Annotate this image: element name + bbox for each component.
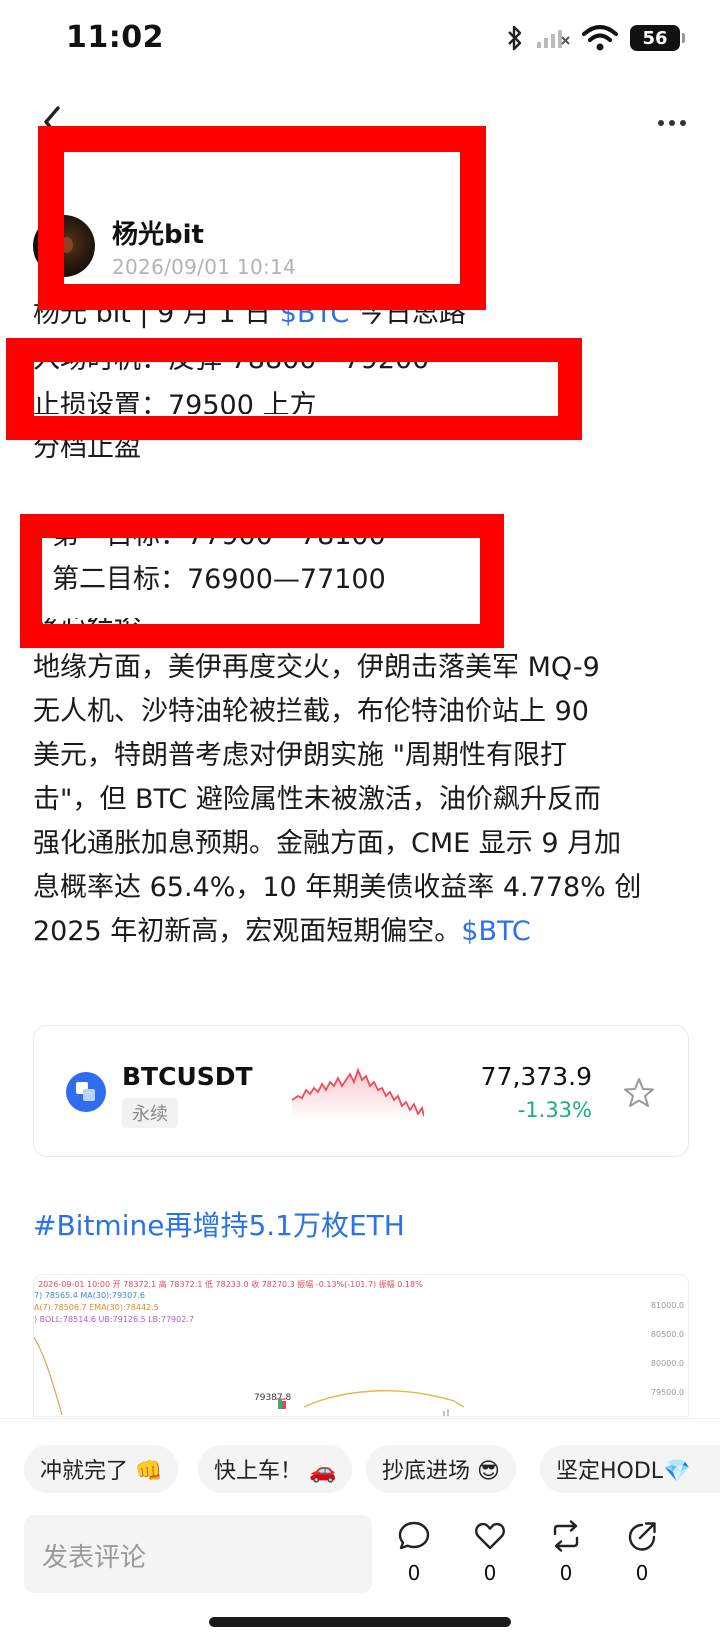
body-line: 无人机、沙特油轮被拦截，布伦特油价站上 90 — [33, 696, 589, 727]
repost-button[interactable]: 0 — [544, 1519, 588, 1585]
redaction-box — [6, 338, 582, 440]
ticker-card[interactable]: BTCUSDT 永续 77,373.9 -1.33% — [33, 1025, 689, 1157]
btc-logo-icon — [66, 1072, 106, 1112]
body-line: 地缘方面，美伊再度交火，伊朗击落美军 MQ-9 — [33, 652, 600, 683]
more-dot-icon — [658, 120, 664, 126]
comment-placeholder: 发表评论 — [42, 1543, 147, 1573]
comment-button[interactable]: 0 — [392, 1519, 436, 1585]
share-button[interactable]: 0 — [620, 1519, 664, 1585]
kline-chart-image[interactable]: 2026-09-01 10:00 开 78372.1 高 78372.1 低 7… — [33, 1274, 689, 1417]
share-icon — [628, 1522, 656, 1551]
share-count: 0 — [635, 1561, 649, 1585]
redaction-box — [20, 514, 504, 648]
repost-icon — [553, 1520, 579, 1552]
repost-count: 0 — [559, 1561, 573, 1585]
perpetual-badge: 永续 — [122, 1098, 178, 1128]
like-button[interactable]: 0 — [468, 1519, 512, 1585]
more-options-button[interactable] — [652, 108, 692, 138]
more-dot-icon — [680, 120, 686, 126]
star-icon[interactable] — [622, 1076, 656, 1110]
comment-input[interactable]: 发表评论 — [24, 1515, 372, 1593]
quick-reply-chip[interactable]: 坚定HODL💎 — [540, 1445, 720, 1493]
btc-cashtag-link[interactable]: $BTC — [461, 916, 530, 947]
quick-reply-chip[interactable]: 冲就完了 👊 — [24, 1445, 179, 1493]
body-line: 美元，特朗普考虑对伊朗实施 "周期性有限打 — [33, 740, 568, 771]
body-last-text: 2025 年初新高，宏观面短期偏空。 — [33, 916, 462, 947]
battery-indicator: 56 — [630, 25, 685, 51]
body-line: 击"，但 BTC 避险属性未被激活，油价飙升反而 — [33, 784, 601, 815]
quick-reply-chip[interactable]: 抄底进场 😎 — [366, 1445, 516, 1493]
home-indicator[interactable] — [209, 1617, 511, 1627]
status-bar: 11:02 56 — [0, 0, 720, 80]
body-line: 息概率达 65.4%，10 年期美债收益率 4.778% 创 — [33, 872, 642, 903]
status-icons: 56 — [506, 24, 685, 52]
ticker-symbol: BTCUSDT — [122, 1062, 253, 1091]
quick-reply-chip[interactable]: 快上车！ 🚗 — [198, 1445, 353, 1493]
status-time: 11:02 — [66, 20, 164, 55]
bottom-action-panel: 冲就完了 👊 快上车！ 🚗 抄底进场 😎 坚定HODL💎 发表评论 0 0 0 … — [0, 1418, 720, 1639]
comment-icon — [398, 1521, 430, 1550]
ticker-change: -1.33% — [517, 1098, 592, 1122]
redaction-box — [38, 126, 486, 310]
body-last-line: 2025 年初新高，宏观面短期偏空。$BTC — [33, 914, 531, 950]
more-dot-icon — [669, 120, 675, 126]
cellular-signal-icon — [537, 30, 570, 48]
wifi-icon — [582, 25, 618, 51]
topic-hashtag-link[interactable]: #Bitmine再增持5.1万枚ETH — [33, 1204, 405, 1244]
like-count: 0 — [483, 1561, 497, 1585]
chart-lines — [34, 1336, 465, 1416]
body-line: 强化通胀加息预期。金融方面，CME 显示 9 月加 — [33, 828, 622, 859]
ticker-price: 77,373.9 — [480, 1062, 592, 1091]
like-icon — [475, 1522, 505, 1550]
comment-count: 0 — [407, 1561, 421, 1585]
bluetooth-icon — [508, 25, 522, 51]
price-sparkline — [292, 1067, 424, 1120]
